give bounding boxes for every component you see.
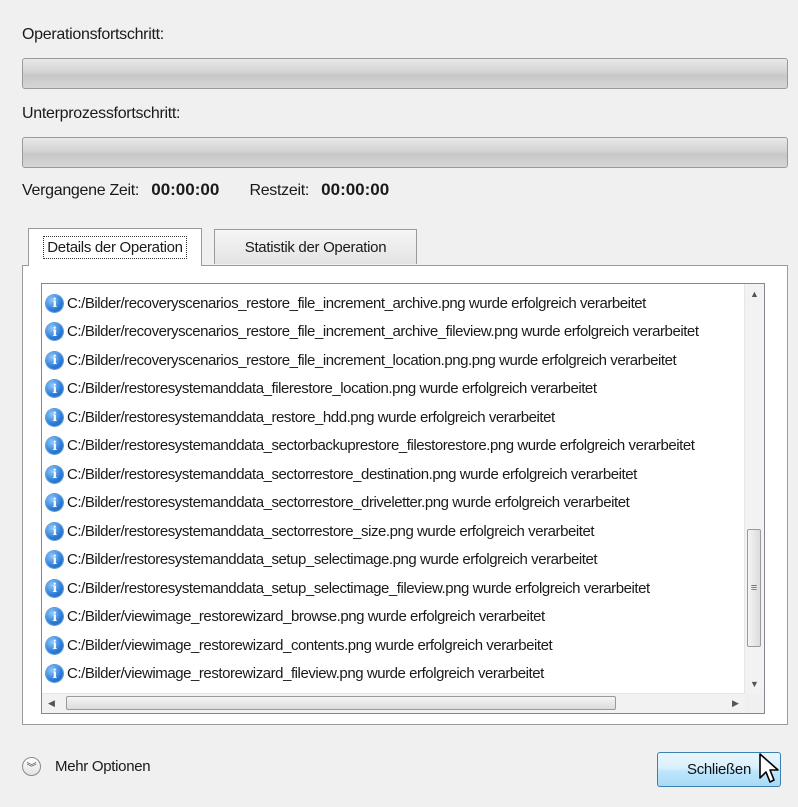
scroll-left-icon[interactable]: ◀ [42,694,61,713]
log-entry[interactable]: i C:/Bilder/recoveryscenarios_restore_fil… [42,318,742,347]
operation-progress-bar [22,58,788,89]
log-entry[interactable]: i C:/Bilder/restoresystemanddata_restore_… [42,403,742,432]
info-icon: i [46,294,63,312]
info-icon: i [46,494,63,512]
log-entry-text: C:/Bilder/viewimage_restorewizard_filevi… [67,665,544,683]
chevron-down-circle-icon[interactable]: ︾ [22,757,41,776]
mouse-cursor-icon [759,753,779,783]
log-entry-text: C:/Bilder/restoresystemanddata_fileresto… [67,380,597,398]
log-entry-text: C:/Bilder/recoveryscenarios_restore_file… [67,294,646,312]
tab-details[interactable]: Details der Operation [28,228,202,266]
time-row: Vergangene Zeit: 00:00:00 Restzeit: 00:0… [22,180,415,200]
log-entry-text: C:/Bilder/restoresystemanddata_sectorres… [67,522,595,540]
log-entry-text: C:/Bilder/viewimage_restorewizard_browse… [67,608,545,626]
log-entry[interactable]: i C:/Bilder/viewimage_restorewizard_brows… [42,603,742,632]
elapsed-time-value: 00:00:00 [151,180,220,199]
scroll-right-icon[interactable]: ▶ [726,694,745,713]
info-icon: i [46,437,63,455]
info-icon: i [46,380,63,398]
subprocess-progress-bar [22,137,788,168]
operation-log[interactable]: i C:/Bilder/recoveryscenarios_restore_fil… [41,283,765,714]
log-entry[interactable]: i C:/Bilder/restoresystemanddata_sectorre… [42,460,742,489]
log-entry-text: C:/Bilder/restoresystemanddata_setup_sel… [67,579,650,597]
log-entry[interactable]: i C:/Bilder/restoresystemanddata_filerest… [42,375,742,404]
info-icon: i [46,351,63,369]
info-icon: i [46,608,63,626]
log-entry-text: C:/Bilder/restoresystemanddata_restore_h… [67,408,555,426]
info-icon: i [46,408,63,426]
info-icon: i [46,665,63,683]
log-entry-text: C:/Bilder/recoveryscenarios_restore_file… [67,323,699,341]
subprocess-progress-label: Unterprozessfortschritt: [22,105,181,122]
log-entry[interactable]: i C:/Bilder/restoresystemanddata_sectorba… [42,432,742,461]
log-entry[interactable]: i C:/Bilder/restoresystemanddata_sectorre… [42,489,742,518]
log-entry-text: C:/Bilder/recoveryscenarios_restore_file… [67,351,677,369]
info-icon: i [46,551,63,569]
scroll-down-icon[interactable]: ▼ [745,674,764,694]
log-entry[interactable]: i C:/Bilder/recoveryscenarios_restore_fil… [42,346,742,375]
horizontal-scrollbar[interactable]: ◀ ▶ [42,693,745,713]
tab-details-label: Details der Operation [43,236,187,259]
log-entry-text: C:/Bilder/restoresystemanddata_sectorres… [67,494,630,512]
log-entry[interactable]: i C:/Bilder/restoresystemanddata_setup_se… [42,574,742,603]
vertical-scroll-thumb[interactable]: ≡ [747,529,761,647]
vertical-scrollbar[interactable]: ▲ ≡ ▼ [744,284,764,694]
remaining-time-label: Restzeit: [249,182,309,199]
log-entry-text: C:/Bilder/viewimage_restorewizard_conten… [67,636,553,654]
log-entry[interactable]: i C:/Bilder/viewimage_restorewizard_conte… [42,631,742,660]
more-options-toggle[interactable]: ︾ Mehr Optionen [22,757,151,776]
info-icon: i [46,522,63,540]
log-entry[interactable]: i C:/Bilder/restoresystemanddata_sectorre… [42,517,742,546]
log-entry-text: C:/Bilder/restoresystemanddata_setup_sel… [67,551,598,569]
info-icon: i [46,323,63,341]
scrollbar-corner [745,694,764,713]
info-icon: i [46,579,63,597]
info-icon: i [46,636,63,654]
log-list: i C:/Bilder/recoveryscenarios_restore_fil… [42,289,742,688]
log-entry[interactable]: i C:/Bilder/recoveryscenarios_restore_fil… [42,289,742,318]
log-entry[interactable]: i C:/Bilder/restoresystemanddata_setup_se… [42,546,742,575]
elapsed-time-label: Vergangene Zeit: [22,182,140,199]
more-options-label: Mehr Optionen [55,758,151,775]
tab-statistics[interactable]: Statistik der Operation [214,229,417,264]
log-entry[interactable]: i C:/Bilder/viewimage_restorewizard_filev… [42,660,742,689]
tab-statistics-label: Statistik der Operation [244,238,387,256]
remaining-time-value: 00:00:00 [321,180,390,199]
log-entry-text: C:/Bilder/restoresystemanddata_sectorres… [67,465,637,483]
operation-progress-label: Operationsfortschritt: [22,26,164,43]
info-icon: i [46,465,63,483]
horizontal-scroll-thumb[interactable] [66,696,616,710]
scroll-up-icon[interactable]: ▲ [745,284,764,304]
log-entry-text: C:/Bilder/restoresystemanddata_sectorbac… [67,437,695,455]
